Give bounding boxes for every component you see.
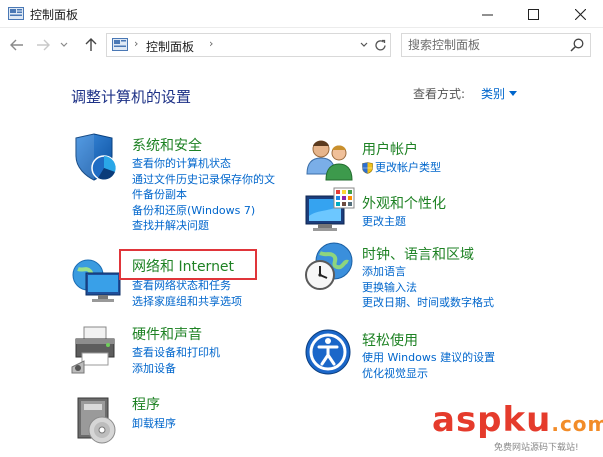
close-button[interactable] (557, 0, 603, 28)
control-panel-icon (112, 38, 128, 51)
search-box[interactable] (401, 33, 591, 57)
link-devices-printers[interactable]: 查看设备和打印机 (132, 345, 220, 361)
link-file-history-cont[interactable]: 件备份副本 (132, 187, 275, 203)
watermark-tagline: 免费网站源码下载站! (494, 443, 579, 453)
uac-shield-icon (362, 161, 373, 174)
control-panel-app-icon (8, 7, 24, 20)
category-title[interactable]: 程序 (132, 394, 160, 414)
link-windows-recommended[interactable]: 使用 Windows 建议的设置 (362, 350, 495, 366)
clock-globe-icon[interactable] (304, 241, 356, 293)
up-button[interactable] (82, 36, 100, 54)
programs-icon[interactable] (70, 394, 122, 446)
maximize-button[interactable] (510, 0, 556, 28)
title-bar: 控制面板 (0, 0, 603, 28)
navigation-bar: › 控制面板 › (0, 28, 603, 62)
link-add-language[interactable]: 添加语言 (362, 264, 494, 280)
forward-button[interactable] (34, 36, 52, 54)
view-by-label: 查看方式: (413, 87, 466, 101)
breadcrumb-separator[interactable]: › (134, 37, 138, 50)
users-icon[interactable] (304, 136, 356, 188)
link-add-device[interactable]: 添加设备 (132, 361, 220, 377)
watermark-brand-text: aspku (432, 400, 552, 440)
link-uninstall-program[interactable]: 卸载程序 (132, 416, 176, 432)
watermark-brand: aspku.com (432, 400, 603, 440)
arrow-left-icon (10, 39, 23, 51)
link-troubleshoot[interactable]: 查找并解决问题 (132, 218, 275, 234)
link-change-input-method[interactable]: 更换输入法 (362, 280, 494, 296)
category-title[interactable]: 外观和个性化 (362, 193, 446, 213)
ease-of-access-icon[interactable] (304, 328, 356, 380)
highlight-box (119, 249, 257, 280)
window-title: 控制面板 (30, 8, 79, 22)
chevron-down-icon (360, 42, 368, 47)
category-links: 更改主题 (362, 214, 406, 230)
category-links: 添加语言 更换输入法 更改日期、时间或数字格式 (362, 264, 494, 311)
link-change-account-type[interactable]: 更改帐户类型 (375, 160, 441, 176)
refresh-icon (374, 39, 386, 50)
category-title[interactable]: 用户帐户 (362, 139, 418, 159)
breadcrumb-control-panel[interactable]: 控制面板 (146, 38, 194, 55)
monitor-palette-icon[interactable] (304, 186, 356, 238)
recent-locations-button[interactable] (58, 36, 70, 54)
search-icon[interactable] (569, 37, 585, 53)
back-button[interactable] (8, 36, 26, 54)
category-links: 卸载程序 (132, 416, 176, 432)
category-title[interactable]: 系统和安全 (132, 135, 202, 155)
network-globe-icon[interactable] (70, 255, 122, 307)
shield-icon[interactable] (70, 132, 122, 184)
arrow-right-icon (37, 39, 50, 51)
category-title[interactable]: 硬件和声音 (132, 324, 202, 344)
category-title[interactable]: 时钟、语言和区域 (362, 244, 474, 264)
link-change-theme[interactable]: 更改主题 (362, 214, 406, 230)
maximize-icon (527, 8, 539, 20)
link-homegroup[interactable]: 选择家庭组和共享选项 (132, 294, 242, 310)
category-links: 更改帐户类型 (362, 160, 441, 176)
minimize-icon (481, 14, 493, 15)
address-dropdown-button[interactable] (357, 36, 371, 54)
site-watermark: aspku.com 免费网站源码下载站! (432, 400, 603, 457)
category-links: 查看你的计算机状态 通过文件历史记录保存你的文 件备份副本 备份和还原(Wind… (132, 156, 275, 234)
category-links: 查看设备和打印机 添加设备 (132, 345, 220, 376)
address-bar[interactable]: › 控制面板 › (106, 33, 391, 57)
search-input[interactable] (408, 37, 563, 53)
refresh-button[interactable] (371, 36, 389, 54)
link-change-date-time-format[interactable]: 更改日期、时间或数字格式 (362, 295, 494, 311)
category-links: 查看网络状态和任务 选择家庭组和共享选项 (132, 278, 242, 309)
link-backup-restore[interactable]: 备份和还原(Windows 7) (132, 203, 275, 219)
printer-icon[interactable] (70, 323, 122, 375)
link-file-history[interactable]: 通过文件历史记录保存你的文 (132, 172, 275, 188)
chevron-down-icon (60, 42, 68, 47)
view-by-dropdown[interactable]: 类别 (481, 85, 518, 102)
link-optimize-visual[interactable]: 优化视觉显示 (362, 366, 495, 382)
breadcrumb-separator-end[interactable]: › (209, 37, 213, 50)
close-icon (574, 8, 586, 20)
link-network-status[interactable]: 查看网络状态和任务 (132, 278, 242, 294)
triangle-down-icon (509, 91, 518, 96)
minimize-button[interactable] (464, 0, 510, 28)
view-by-value[interactable]: 类别 (481, 85, 505, 102)
category-links: 使用 Windows 建议的设置 优化视觉显示 (362, 350, 495, 381)
link-view-computer-status[interactable]: 查看你的计算机状态 (132, 156, 275, 172)
category-title[interactable]: 轻松使用 (362, 330, 418, 350)
arrow-up-icon (85, 38, 97, 51)
page-title: 调整计算机的设置 (71, 88, 192, 106)
watermark-suffix: .com (551, 412, 603, 436)
